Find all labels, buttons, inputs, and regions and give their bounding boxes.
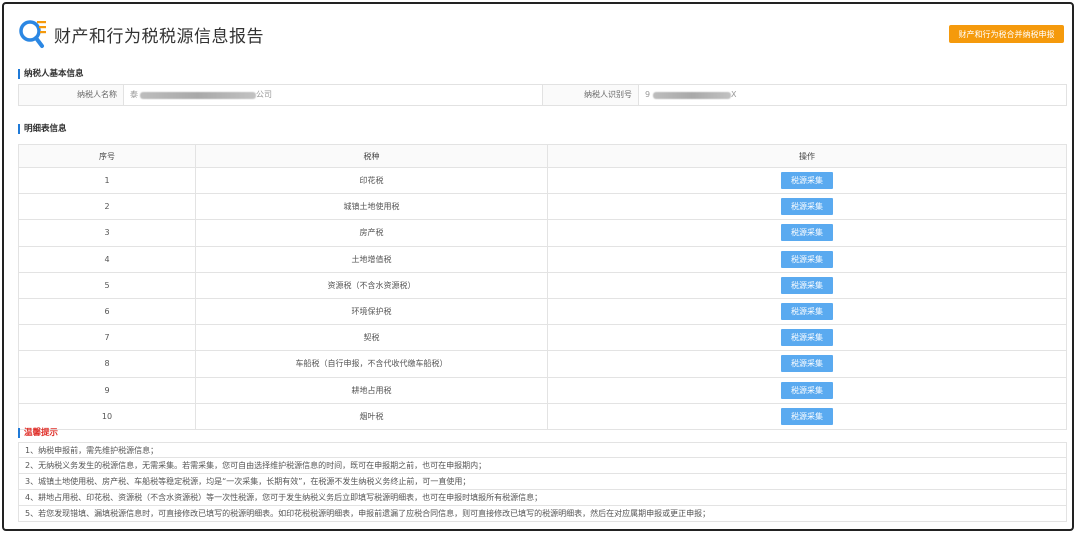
tips-list: 1、纳税申报前，需先维护税源信息； 2、无纳税义务发生的税源信息，无需采集。若需采… (18, 442, 1067, 522)
taxpayer-id-suffix: X (731, 90, 737, 99)
row-tax-type: 烟叶税 (195, 402, 548, 430)
table-row: 2 城镇土地使用税 税源采集 (18, 193, 1067, 221)
row-action: 税源采集 (547, 245, 1067, 273)
row-number: 4 (18, 245, 196, 273)
row-tax-type: 耕地占用税 (195, 376, 548, 404)
collect-source-button[interactable]: 税源采集 (781, 329, 833, 347)
column-header-no: 序号 (18, 144, 196, 168)
table-row: 1 印花税 税源采集 (18, 166, 1067, 195)
row-tax-type: 印花税 (195, 166, 548, 195)
row-tax-type: 房产税 (195, 219, 548, 247)
page-frame: 财产和行为税税源信息报告 财产和行为税合并纳税申报 纳税人基本信息 纳税人名称 … (2, 2, 1074, 531)
table-row: 4 土地增值税 税源采集 (18, 245, 1067, 273)
tip-item: 1、纳税申报前，需先维护税源信息； (18, 442, 1067, 458)
taxpayer-name-value: 泰 公司 (124, 85, 543, 105)
table-row: 8 车船税（自行申报，不含代收代缴车船税） 税源采集 (18, 350, 1067, 378)
tip-item: 5、若您发现错填、漏填税源信息时，可直接修改已填写的税源明细表。如印花税税源明细… (18, 506, 1067, 522)
row-tax-type: 城镇土地使用税 (195, 193, 548, 221)
row-action: 税源采集 (547, 271, 1067, 299)
row-tax-type: 契税 (195, 324, 548, 352)
collect-source-button[interactable]: 税源采集 (781, 224, 833, 242)
row-action: 税源采集 (547, 297, 1067, 326)
row-action: 税源采集 (547, 219, 1067, 247)
table-header-row: 序号 税种 操作 (18, 144, 1067, 168)
table-row: 7 契税 税源采集 (18, 324, 1067, 352)
row-number: 9 (18, 376, 196, 404)
row-number: 2 (18, 193, 196, 221)
row-number: 1 (18, 166, 196, 195)
taxpayer-name-label: 纳税人名称 (19, 85, 124, 105)
collect-source-button[interactable]: 税源采集 (781, 250, 833, 268)
row-tax-type: 车船税（自行申报，不含代收代缴车船税） (195, 350, 548, 378)
collect-source-button[interactable]: 税源采集 (781, 198, 833, 216)
detail-table: 序号 税种 操作 1 印花税 税源采集 2 城镇土地使用税 税源采集 3 房产税 税源采集 4 土地… (18, 144, 1067, 430)
row-action: 税源采集 (547, 376, 1067, 404)
row-tax-type: 土地增值税 (195, 245, 548, 273)
row-number: 8 (18, 350, 196, 378)
table-row: 3 房产税 税源采集 (18, 219, 1067, 247)
collect-source-button[interactable]: 税源采集 (781, 381, 833, 399)
row-number: 5 (18, 271, 196, 299)
taxpayer-id-value: 9 X (639, 85, 1066, 105)
taxpayer-id-label: 纳税人识别号 (543, 85, 639, 105)
search-report-icon (18, 18, 48, 50)
taxpayer-section-title: 纳税人基本信息 (18, 69, 84, 79)
taxpayer-name-suffix: 公司 (256, 90, 272, 99)
taxpayer-id-prefix: 9 (645, 90, 651, 99)
row-action: 税源采集 (547, 193, 1067, 221)
taxpayer-name-prefix: 泰 (130, 90, 138, 99)
collect-source-button[interactable]: 税源采集 (781, 303, 833, 321)
tips-section-title: 温馨提示 (18, 428, 58, 438)
row-number: 7 (18, 324, 196, 352)
tip-item: 4、耕地占用税、印花税、资源税（不含水资源税）等一次性税源，您可于发生纳税义务后… (18, 490, 1067, 506)
tip-item: 2、无纳税义务发生的税源信息，无需采集。若需采集，您可自由选择维护税源信息的时间… (18, 458, 1067, 474)
row-number: 6 (18, 297, 196, 326)
row-number: 10 (18, 402, 196, 430)
merge-declaration-button[interactable]: 财产和行为税合并纳税申报 (949, 25, 1064, 43)
collect-source-button[interactable]: 税源采集 (781, 172, 833, 190)
row-action: 税源采集 (547, 324, 1067, 352)
collect-source-button[interactable]: 税源采集 (781, 407, 833, 425)
taxpayer-info-row: 纳税人名称 泰 公司 纳税人识别号 9 X (18, 84, 1067, 106)
table-row: 9 耕地占用税 税源采集 (18, 376, 1067, 404)
table-row: 10 烟叶税 税源采集 (18, 402, 1067, 430)
page-header: 财产和行为税税源信息报告 (18, 16, 264, 52)
row-tax-type: 环境保护税 (195, 297, 548, 326)
collect-source-button[interactable]: 税源采集 (781, 355, 833, 373)
table-row: 6 环境保护税 税源采集 (18, 297, 1067, 326)
table-row: 5 资源税（不含水资源税） 税源采集 (18, 271, 1067, 299)
row-action: 税源采集 (547, 350, 1067, 378)
row-action: 税源采集 (547, 166, 1067, 195)
page-title: 财产和行为税税源信息报告 (54, 26, 264, 47)
row-tax-type: 资源税（不含水资源税） (195, 271, 548, 299)
redaction-blur (653, 92, 731, 99)
row-action: 税源采集 (547, 402, 1067, 430)
detail-section-title: 明细表信息 (18, 124, 67, 134)
tip-item: 3、城镇土地使用税、房产税、车船税等稳定税源，均是“一次采集，长期有效”，在税源… (18, 474, 1067, 490)
row-number: 3 (18, 219, 196, 247)
redaction-blur (140, 92, 256, 99)
column-header-action: 操作 (547, 144, 1067, 168)
collect-source-button[interactable]: 税源采集 (781, 276, 833, 294)
column-header-tax: 税种 (195, 144, 548, 168)
